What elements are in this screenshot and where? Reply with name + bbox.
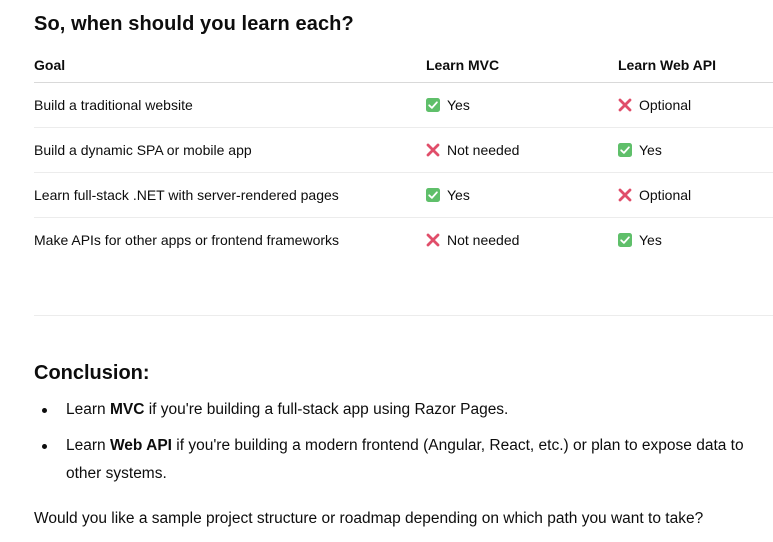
bullet-icon xyxy=(42,444,47,449)
learn-mvc-cell: Not needed xyxy=(426,218,618,263)
goal-cell: Make APIs for other apps or frontend fra… xyxy=(34,232,340,248)
bullet-prefix: Learn xyxy=(66,401,110,418)
cross-icon xyxy=(618,188,632,202)
learn-mvc-cell: Not needed xyxy=(426,127,618,173)
check-icon xyxy=(618,233,632,247)
cell-text: Not needed xyxy=(447,232,520,248)
bullet-bold: MVC xyxy=(109,401,145,418)
followup-question: Would you like a sample project structur… xyxy=(34,510,704,527)
table-row: Build a dynamic SPA or mobile app Not nee… xyxy=(34,127,773,173)
cell-text: Yes xyxy=(639,142,662,158)
bullet-suffix: if you're building a full-stack app usin… xyxy=(144,401,509,418)
table-header-row: Goal Learn MVC Learn Web API xyxy=(34,48,773,83)
check-icon xyxy=(618,143,632,157)
list-item: Learn Web API if you're building a moder… xyxy=(34,432,773,488)
header-goal: Goal xyxy=(34,48,426,83)
header-learn-mvc: Learn MVC xyxy=(426,48,618,83)
section-title: So, when should you learn each? xyxy=(34,13,354,35)
learn-web-api-cell: Yes xyxy=(618,127,773,173)
cross-icon xyxy=(426,233,440,247)
check-icon xyxy=(426,188,440,202)
bullet-icon xyxy=(42,408,47,413)
table-row: Make APIs for other apps or frontend fra… xyxy=(34,218,773,263)
conclusion-list: Learn MVC if you're building a full-stac… xyxy=(34,396,773,496)
learn-web-api-cell: Optional xyxy=(618,172,773,218)
list-item: Learn MVC if you're building a full-stac… xyxy=(34,396,773,424)
conclusion-heading: Conclusion: xyxy=(34,362,150,384)
check-icon xyxy=(426,98,440,112)
cell-text: Optional xyxy=(639,187,692,203)
learn-web-api-cell: Optional xyxy=(618,82,773,128)
learn-web-api-cell: Yes xyxy=(618,218,773,263)
learn-mvc-cell: Yes xyxy=(426,82,618,128)
cell-text: Yes xyxy=(639,232,662,248)
bullet-bold: Web API xyxy=(109,437,172,454)
cross-icon xyxy=(426,143,440,157)
table-row: Build a traditional website Yes Optional xyxy=(34,82,773,128)
goal-cell: Build a traditional website xyxy=(34,82,426,128)
bullet-prefix: Learn xyxy=(66,437,110,454)
comparison-table: Goal Learn MVC Learn Web API Build a tra… xyxy=(34,48,773,262)
cross-icon xyxy=(618,98,632,112)
cell-text: Optional xyxy=(639,97,692,113)
learn-mvc-cell: Yes xyxy=(426,172,618,218)
header-learn-web-api: Learn Web API xyxy=(618,48,773,83)
goal-cell: Build a dynamic SPA or mobile app xyxy=(34,127,426,173)
cell-text: Not needed xyxy=(447,142,520,158)
table-row: Learn full-stack .NET with server-render… xyxy=(34,172,773,218)
cell-text: Yes xyxy=(447,97,470,113)
cell-text: Yes xyxy=(447,187,470,203)
horizontal-divider xyxy=(34,315,773,316)
goal-cell: Learn full-stack .NET with server-render… xyxy=(34,172,426,218)
